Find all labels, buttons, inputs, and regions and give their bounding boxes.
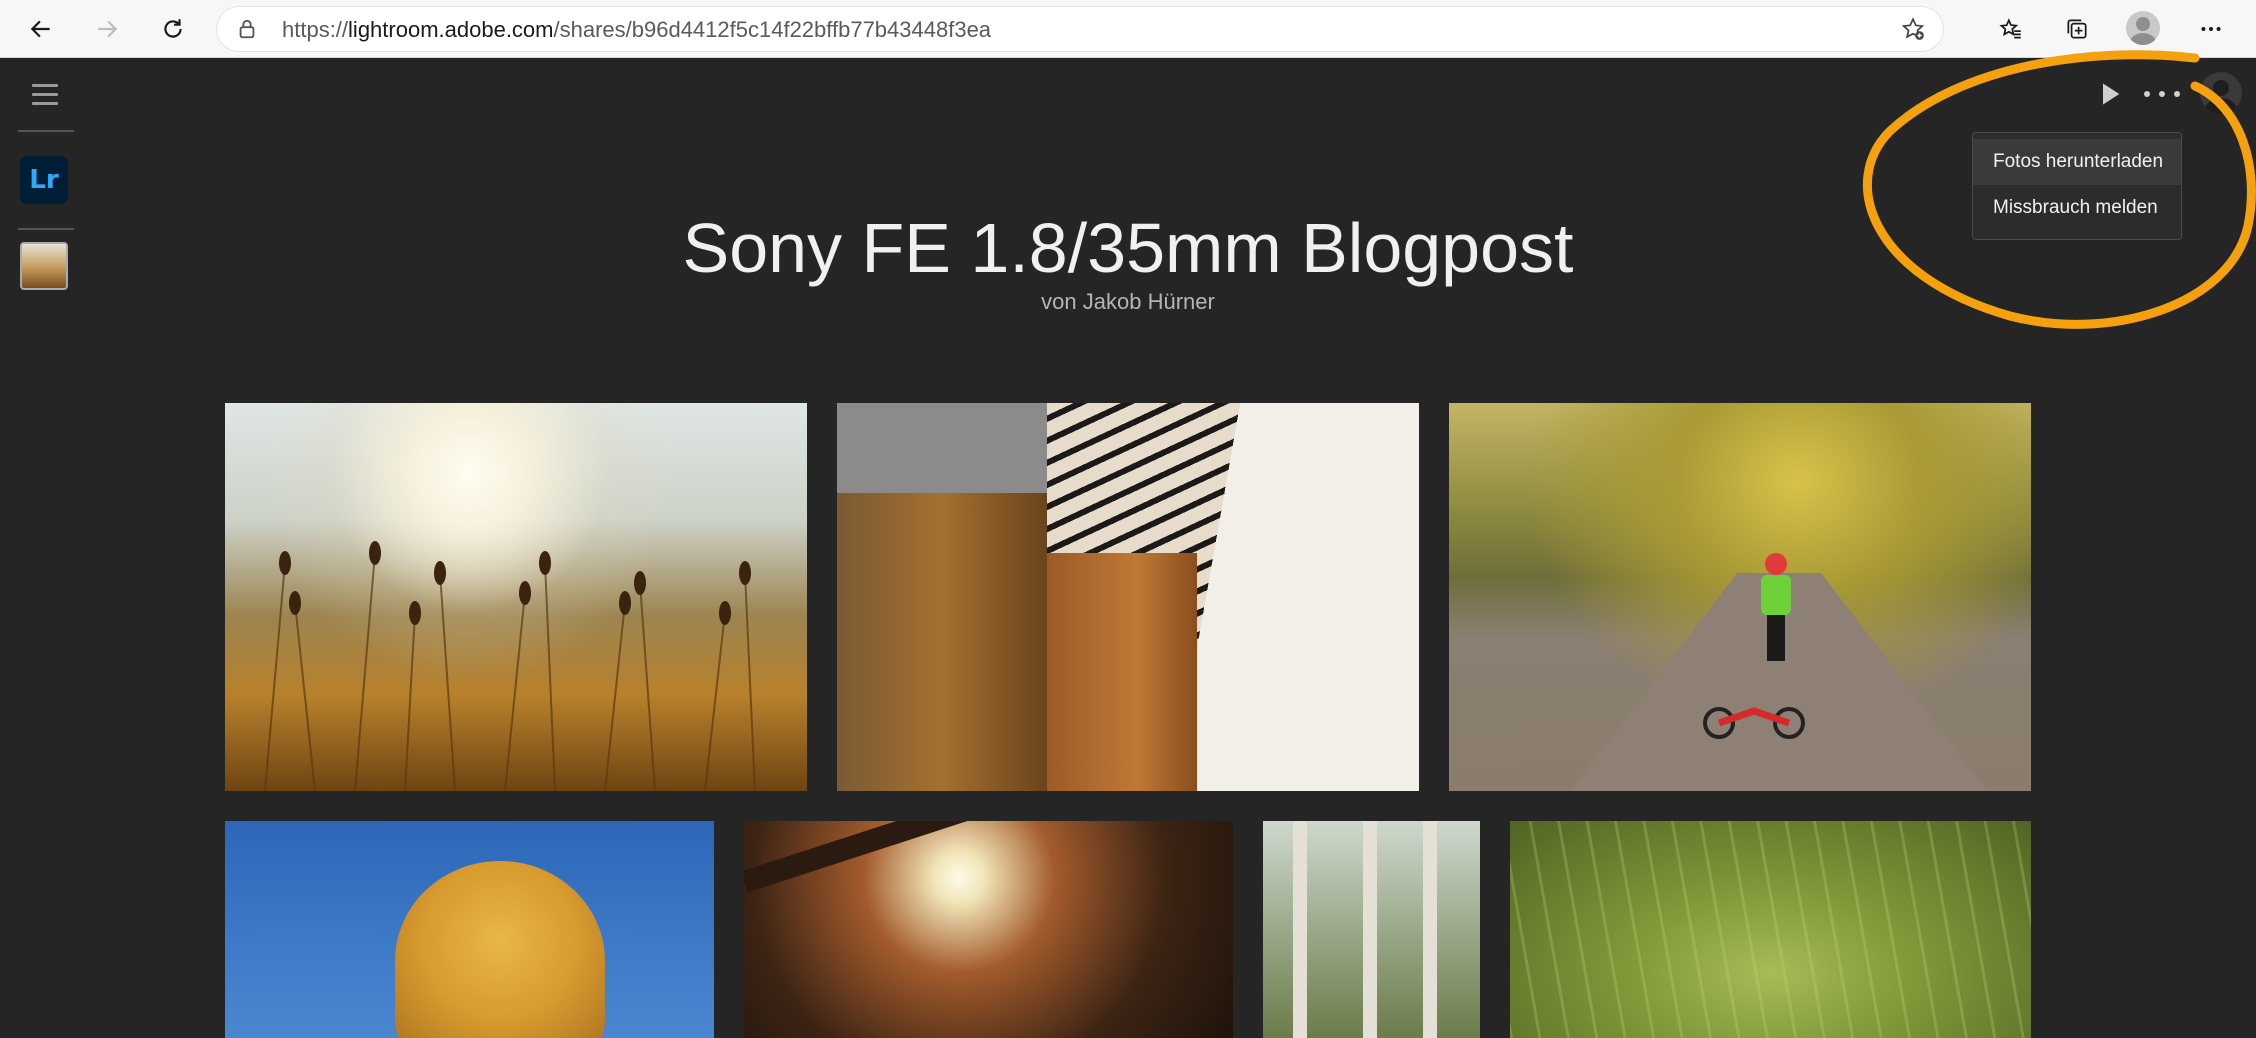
photo-striped-building[interactable] bbox=[837, 403, 1419, 791]
collections-icon[interactable] bbox=[2056, 8, 2098, 50]
add-favorite-icon[interactable] bbox=[1900, 16, 1926, 42]
left-rail: Lr bbox=[0, 58, 88, 1038]
reload-icon[interactable] bbox=[152, 8, 194, 50]
url-text[interactable]: https://lightroom.adobe.com/shares/b96d4… bbox=[282, 17, 991, 43]
photo-yellow-larch[interactable] bbox=[225, 821, 714, 1038]
photo-sunburst-forest[interactable] bbox=[744, 821, 1233, 1038]
lock-icon[interactable] bbox=[236, 18, 258, 40]
album-byline: von Jakob Hürner bbox=[1041, 289, 1215, 314]
forward-arrow-icon[interactable] bbox=[86, 8, 128, 50]
url-path: /shares/b96d4412f5c14f22bffb77b43448f3ea bbox=[553, 17, 992, 42]
photo-child-in-park[interactable] bbox=[1449, 403, 2031, 791]
lightroom-logo[interactable]: Lr bbox=[20, 156, 68, 204]
lr-logo-text: Lr bbox=[29, 165, 59, 195]
favorites-icon[interactable] bbox=[1990, 8, 2032, 50]
url-scheme: https:// bbox=[282, 17, 349, 42]
rail-divider bbox=[18, 130, 74, 132]
photo-grasses-backlit[interactable] bbox=[225, 403, 807, 791]
album-title: Sony FE 1.8/35mm Blogpost bbox=[682, 209, 1574, 287]
back-arrow-icon[interactable] bbox=[20, 8, 62, 50]
hamburger-menu-icon[interactable] bbox=[32, 84, 58, 106]
photo-green-plants[interactable] bbox=[1510, 821, 2031, 1038]
photo-birch-trunks[interactable] bbox=[1263, 821, 1480, 1038]
more-icon[interactable] bbox=[2190, 8, 2232, 50]
profile-icon[interactable] bbox=[2126, 11, 2160, 45]
address-bar[interactable]: https://lightroom.adobe.com/shares/b96d4… bbox=[216, 6, 1944, 52]
url-host: lightroom.adobe.com bbox=[348, 17, 554, 42]
